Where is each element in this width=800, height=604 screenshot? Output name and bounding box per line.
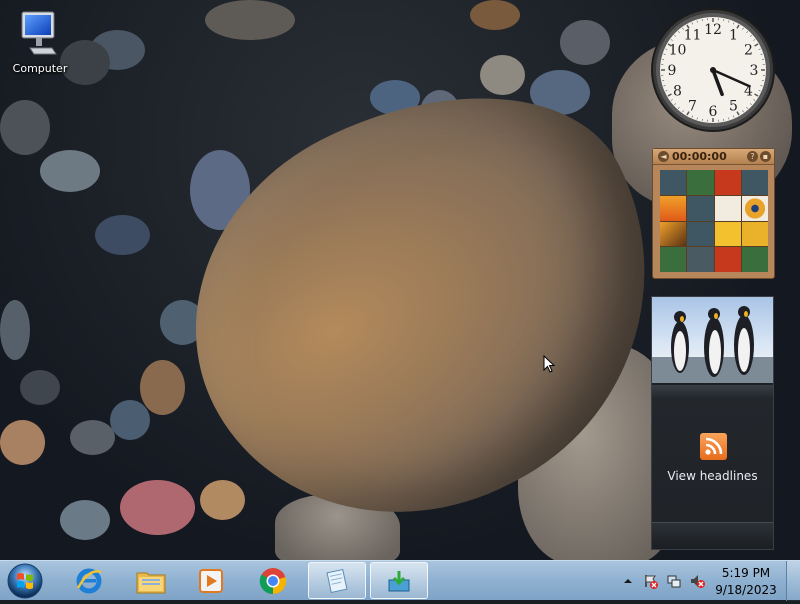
internet-explorer-icon xyxy=(74,566,104,596)
puzzle-grid[interactable] xyxy=(660,170,768,272)
feed-bottom-bar xyxy=(652,522,773,549)
puzzle-tile[interactable] xyxy=(660,222,686,247)
feed-body[interactable]: View headlines xyxy=(652,385,773,549)
puzzle-tile[interactable] xyxy=(742,170,768,195)
clock-numeral: 12 xyxy=(704,22,722,38)
feed-headlines-gadget[interactable]: View headlines xyxy=(651,296,774,550)
picture-puzzle-gadget[interactable]: ◄ 00:00:00 ? ▪ xyxy=(652,148,775,279)
puzzle-help-icon[interactable]: ? xyxy=(747,151,758,162)
network-icon[interactable] xyxy=(666,573,682,589)
puzzle-tile[interactable] xyxy=(660,247,686,272)
taskbar-clock-date[interactable]: 9/18/2023 xyxy=(715,583,777,597)
puzzle-back-icon[interactable]: ◄ xyxy=(658,151,669,162)
puzzle-tile[interactable] xyxy=(660,170,686,195)
taskbar-chrome[interactable] xyxy=(244,562,302,599)
puzzle-tile[interactable] xyxy=(715,196,741,221)
puzzle-tile[interactable] xyxy=(715,170,741,195)
desktop-icon-computer[interactable]: Computer xyxy=(8,8,72,75)
puzzle-timer: 00:00:00 xyxy=(672,150,745,163)
puzzle-tile[interactable] xyxy=(687,247,713,272)
taskbar: 5:19 PM 9/18/2023 xyxy=(0,560,800,600)
rss-icon xyxy=(700,433,727,460)
system-tray: 5:19 PM 9/18/2023 xyxy=(615,561,800,601)
clock-numeral: 6 xyxy=(709,104,718,120)
taskbar-media-player[interactable] xyxy=(182,562,240,599)
clock-numeral: 2 xyxy=(744,43,753,59)
puzzle-tile[interactable] xyxy=(660,196,686,221)
puzzle-header: ◄ 00:00:00 ? ▪ xyxy=(653,149,774,165)
taskbar-file-explorer[interactable] xyxy=(122,562,180,599)
volume-muted-icon[interactable] xyxy=(689,573,705,589)
puzzle-tile[interactable] xyxy=(742,247,768,272)
windows-start-icon xyxy=(5,562,45,600)
clock-numeral: 9 xyxy=(668,63,677,79)
computer-icon xyxy=(16,8,64,60)
taskbar-internet-explorer[interactable] xyxy=(60,562,118,599)
puzzle-tile[interactable] xyxy=(687,222,713,247)
view-headlines-link[interactable]: View headlines xyxy=(652,469,773,483)
clock-numeral: 11 xyxy=(684,27,702,43)
clock-numeral: 1 xyxy=(729,27,738,43)
folder-icon xyxy=(135,566,167,596)
puzzle-tile[interactable] xyxy=(687,196,713,221)
puzzle-tile[interactable] xyxy=(742,222,768,247)
puzzle-tile[interactable] xyxy=(715,247,741,272)
feed-slideshow-image xyxy=(652,297,773,383)
taskbar-clock-time[interactable]: 5:19 PM xyxy=(715,566,777,580)
clock-numeral: 10 xyxy=(669,43,687,59)
media-player-icon xyxy=(197,567,225,595)
taskbar-notepad[interactable] xyxy=(308,562,366,599)
mouse-cursor-icon xyxy=(543,355,555,374)
installer-icon xyxy=(385,567,413,595)
puzzle-tile[interactable] xyxy=(687,170,713,195)
taskbar-installer[interactable] xyxy=(370,562,428,599)
show-hidden-icons-icon[interactable] xyxy=(620,573,636,589)
desktop[interactable]: Computer 121234567891011 ◄ 00:00:00 ? ▪ xyxy=(0,0,800,560)
clock-gadget[interactable]: 121234567891011 xyxy=(650,7,776,133)
action-center-icon[interactable] xyxy=(643,573,659,589)
chrome-icon xyxy=(258,566,288,596)
notepad-icon xyxy=(323,567,351,595)
start-button[interactable] xyxy=(5,562,45,600)
clock-numeral: 8 xyxy=(673,84,682,100)
puzzle-pause-icon[interactable]: ▪ xyxy=(760,151,771,162)
desktop-icon-label: Computer xyxy=(8,62,72,75)
show-desktop-button[interactable] xyxy=(786,561,800,601)
puzzle-tile[interactable] xyxy=(715,222,741,247)
clock-numeral: 3 xyxy=(750,63,759,79)
puzzle-tile[interactable] xyxy=(742,196,768,221)
